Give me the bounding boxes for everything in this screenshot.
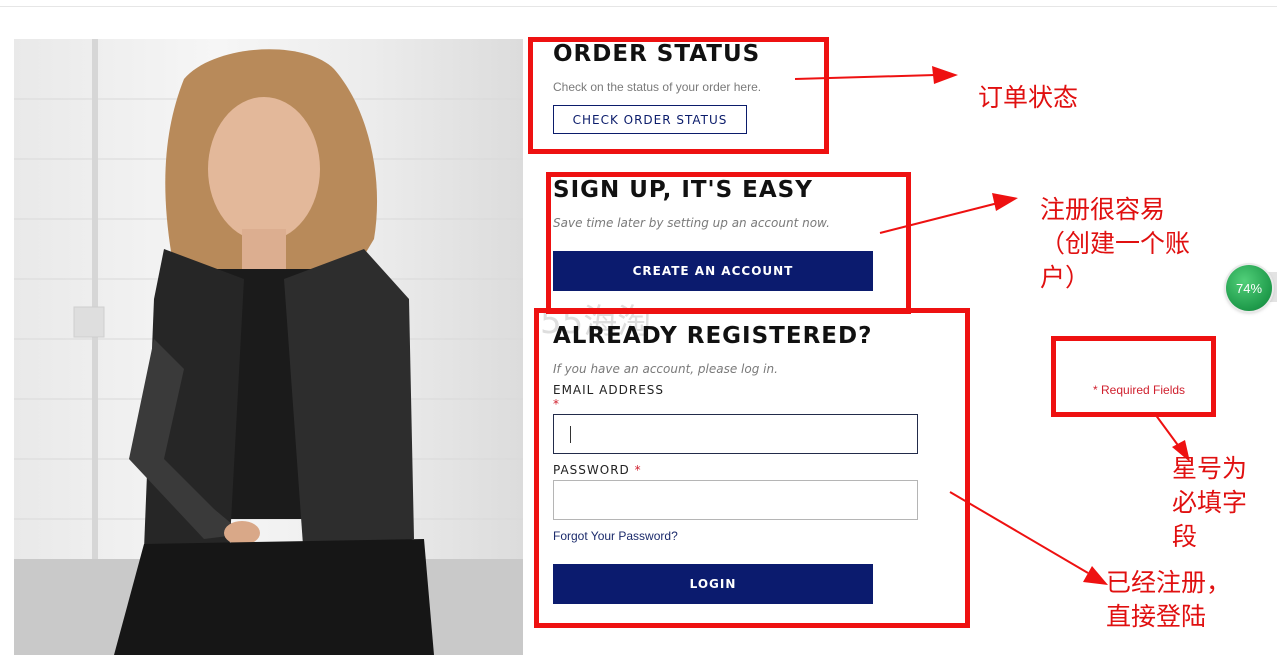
model-photo: [14, 39, 523, 655]
annotation-signup-line3: 户）: [1040, 263, 1091, 292]
annotation-required-line3: 段: [1172, 522, 1198, 551]
annotation-box-login: [534, 308, 970, 628]
annotation-login-line2: 直接登陆: [1106, 602, 1207, 631]
annotation-order-status: 订单状态: [978, 83, 1079, 112]
annotation-required-line1: 星号为: [1172, 454, 1248, 483]
model-illustration: [14, 39, 523, 655]
annotation-signup-line2: （创建一个账: [1040, 229, 1191, 258]
header-divider: [0, 6, 1277, 7]
annotation-box-order-status: [528, 37, 829, 154]
progress-badge[interactable]: 74%: [1226, 265, 1272, 311]
annotation-login-line1: 已经注册，: [1106, 568, 1232, 597]
annotation-signup: 注册很容易 （创建一个账 户）: [1040, 193, 1190, 295]
annotation-box-required: [1051, 336, 1216, 417]
annotation-box-signup: [546, 172, 911, 314]
annotation-required-line2: 必填字: [1172, 488, 1248, 517]
annotation-login: 已经注册， 直接登陆: [1106, 566, 1231, 634]
annotation-required: 星号为 必填字 段: [1172, 452, 1247, 554]
annotation-signup-line1: 注册很容易: [1040, 195, 1166, 224]
